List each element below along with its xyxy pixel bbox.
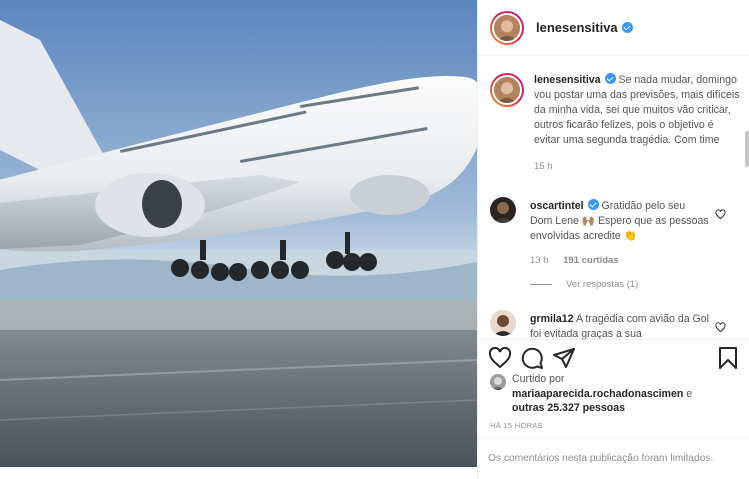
comment-button[interactable] [520, 346, 544, 370]
caption-time[interactable]: 15 h [534, 159, 740, 174]
comment-username[interactable]: grmila12 [530, 313, 574, 325]
post-photo[interactable] [0, 0, 477, 467]
comment-avatar[interactable] [490, 310, 516, 336]
comment-username[interactable]: oscartintel [530, 200, 584, 212]
comment-verified-icon [587, 199, 599, 210]
share-button[interactable] [552, 346, 576, 370]
comment-item: grmila12 A tragédia com avião da Gol foi… [490, 310, 740, 339]
comment-time[interactable]: 13 h [530, 255, 549, 266]
caption-verified-icon [604, 73, 616, 84]
caption-avatar[interactable] [490, 73, 524, 107]
comment-avatar-image [490, 197, 516, 223]
liked-by-others[interactable]: outras 25.327 pessoas [512, 402, 625, 414]
comment-meta: 13 h 191 curtidas [530, 253, 710, 268]
save-button[interactable] [716, 346, 740, 370]
caption-username[interactable]: lenesensitiva [534, 74, 601, 86]
post-timestamp[interactable]: HÁ 15 HORAS [490, 421, 543, 430]
author-username[interactable]: lenesensitiva [536, 20, 633, 35]
post-header: lenesensitiva [478, 0, 749, 56]
view-replies-label[interactable]: Ver respostas (1) [566, 279, 638, 290]
comment-like-heart-icon[interactable] [715, 322, 726, 333]
comment-avatar[interactable] [490, 197, 516, 223]
view-replies-button[interactable]: Ver respostas (1) [530, 279, 638, 290]
liked-by-avatar[interactable] [490, 374, 506, 390]
comments-limited-notice: Os comentários nesta publicação foram li… [478, 437, 749, 479]
liked-by-avatar-image [490, 374, 506, 390]
caption-avatar-image [494, 77, 520, 103]
heart-icon [488, 346, 512, 369]
comment-item: oscartintel Gratidão pelo seu Dom Lene 🙌… [490, 197, 740, 268]
post-caption: lenesensitiva Se nada mudar, domingo vou… [490, 73, 740, 174]
comment-likes[interactable]: 191 curtidas [563, 255, 618, 266]
verified-badge-icon [621, 22, 633, 33]
like-button[interactable] [488, 346, 512, 370]
liked-by-prefix: Curtido por [512, 373, 565, 385]
liked-by-text: Curtido por mariaaparecida.rochadonascim… [512, 372, 692, 416]
liked-by-username[interactable]: mariaaparecida.rochadonascimen [512, 388, 683, 400]
author-avatar[interactable] [490, 10, 524, 45]
comment-avatar-image [490, 310, 516, 336]
comments-list[interactable]: lenesensitiva Se nada mudar, domingo vou… [478, 57, 749, 339]
share-icon [553, 348, 575, 368]
post-actions [478, 339, 749, 371]
author-username-text[interactable]: lenesensitiva [536, 20, 618, 35]
author-avatar-image [494, 14, 520, 41]
bookmark-icon [719, 347, 737, 369]
liked-by-connector: e [686, 387, 693, 400]
post-sidebar: lenesensitiva lenesensitiva Se nada muda… [477, 0, 749, 479]
comment-like-heart-icon[interactable] [715, 209, 726, 220]
liked-by: Curtido por mariaaparecida.rochadonascim… [490, 372, 742, 416]
comment-icon [521, 347, 543, 369]
comments-scrollbar[interactable] [745, 131, 749, 167]
replies-divider [530, 284, 552, 285]
airplane-photo [0, 0, 477, 467]
instagram-post: lenesensitiva lenesensitiva Se nada muda… [0, 0, 749, 479]
